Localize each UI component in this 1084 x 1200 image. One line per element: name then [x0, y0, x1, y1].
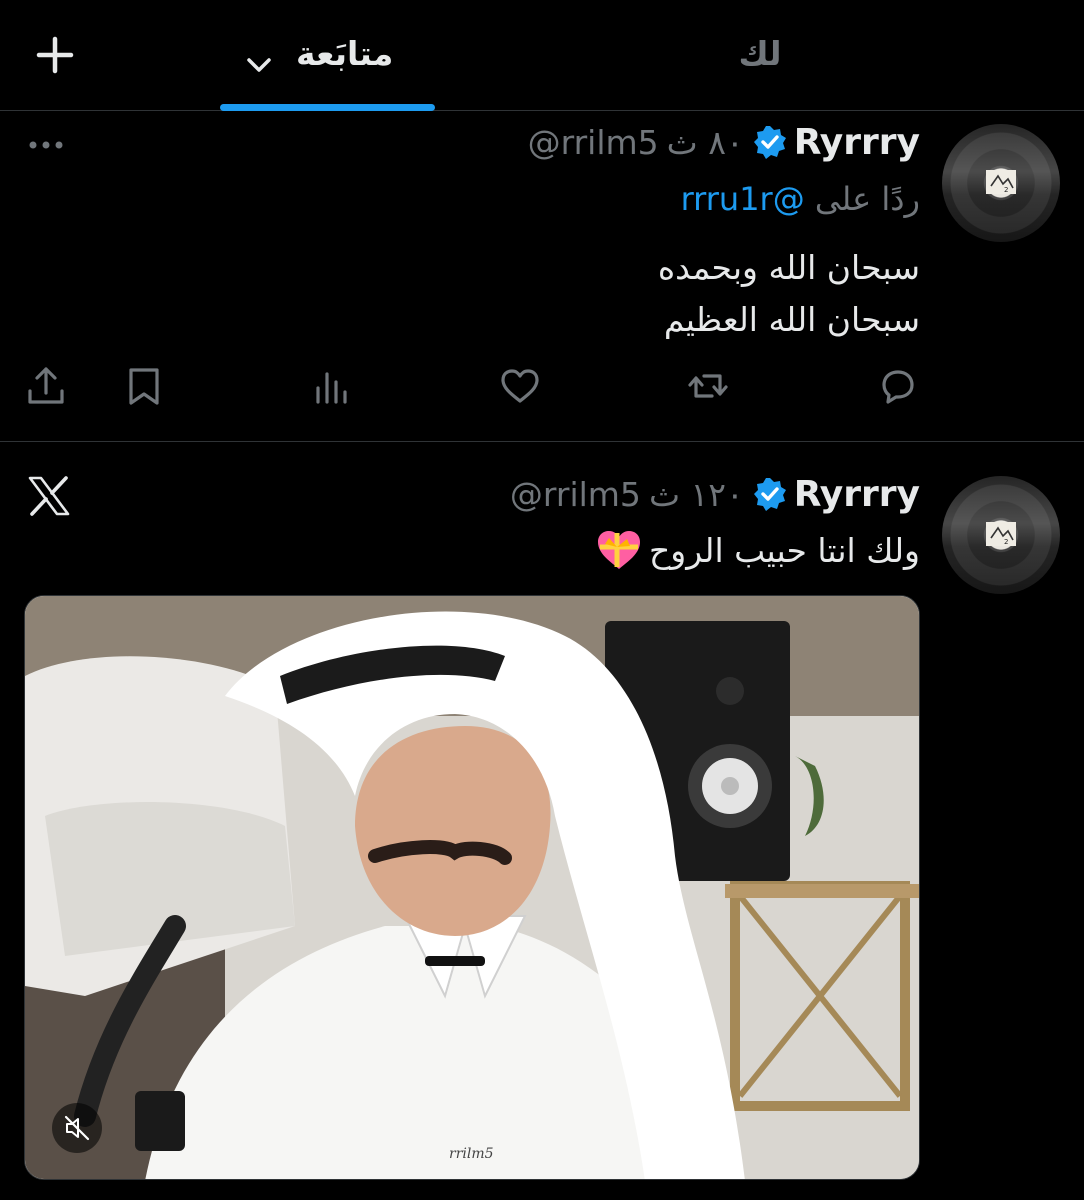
- video-watermark: rrilm5: [449, 1146, 494, 1162]
- tab-following[interactable]: متابَعة: [244, 28, 434, 80]
- avatar[interactable]: 2: [942, 476, 1060, 594]
- tweet-text-line: سبحان الله العظيم: [663, 300, 920, 339]
- active-tab-indicator: [220, 104, 435, 111]
- tweet-text: ولك انتا حبيب الروح: [595, 525, 920, 575]
- x-logo-icon[interactable]: [27, 476, 71, 516]
- heart-ribbon-emoji: [595, 528, 643, 572]
- verified-badge-icon: [752, 476, 788, 512]
- tweet-text-line: سبحان الله وبحمده: [657, 248, 920, 287]
- retweet-icon[interactable]: [686, 364, 730, 408]
- reply-mention-link[interactable]: @rrru1r: [681, 180, 805, 218]
- tab-following-label: متابَعة: [296, 34, 394, 73]
- share-icon[interactable]: [24, 364, 68, 408]
- author-name[interactable]: Ryrrry: [794, 122, 920, 163]
- plus-icon[interactable]: [36, 36, 74, 74]
- tab-for-you[interactable]: لك: [730, 28, 790, 80]
- author-handle: @rrilm5 ١٢٠ ث: [509, 474, 744, 514]
- mute-toggle-button[interactable]: [52, 1103, 102, 1153]
- tweet-header: Ryrrry @rrilm5 ١٢٠ ث: [510, 472, 920, 516]
- svg-text:2: 2: [1004, 186, 1008, 194]
- author-name[interactable]: Ryrrry: [794, 474, 920, 515]
- tweet-header: Ryrrry @rrilm5 ٨٠ ث: [528, 120, 920, 164]
- avatar[interactable]: 2: [942, 124, 1060, 242]
- timeline-tab-bar: متابَعة لك: [0, 0, 1084, 111]
- like-icon[interactable]: [498, 364, 542, 408]
- reply-icon[interactable]: [876, 364, 920, 408]
- svg-text:2: 2: [1004, 538, 1008, 546]
- author-handle: @rrilm5 ٨٠ ث: [527, 122, 744, 162]
- verified-badge-icon: [752, 124, 788, 160]
- bookmark-icon[interactable]: [122, 364, 166, 408]
- more-icon[interactable]: [28, 136, 64, 149]
- video-frame: [25, 596, 919, 1179]
- views-icon[interactable]: [310, 364, 354, 408]
- muted-speaker-icon: [64, 1115, 90, 1141]
- reply-prefix: ردًا على: [814, 180, 920, 218]
- tweet-actions: [0, 364, 1084, 414]
- tweet-text-content: ولك انتا حبيب الروح: [648, 530, 920, 570]
- tweet[interactable]: 2 Ryrrry @rrilm5 ٨٠ ث ردًا على @rrru1r سب…: [0, 112, 1084, 442]
- reply-context: ردًا على @rrru1r: [681, 180, 920, 224]
- tweet-video[interactable]: rrilm5: [24, 595, 920, 1180]
- tweet[interactable]: 2 Ryrrry @rrilm5 ١٢٠ ث ولك انتا حبيب الرو…: [0, 443, 1084, 1200]
- chevron-down-icon[interactable]: [244, 41, 274, 72]
